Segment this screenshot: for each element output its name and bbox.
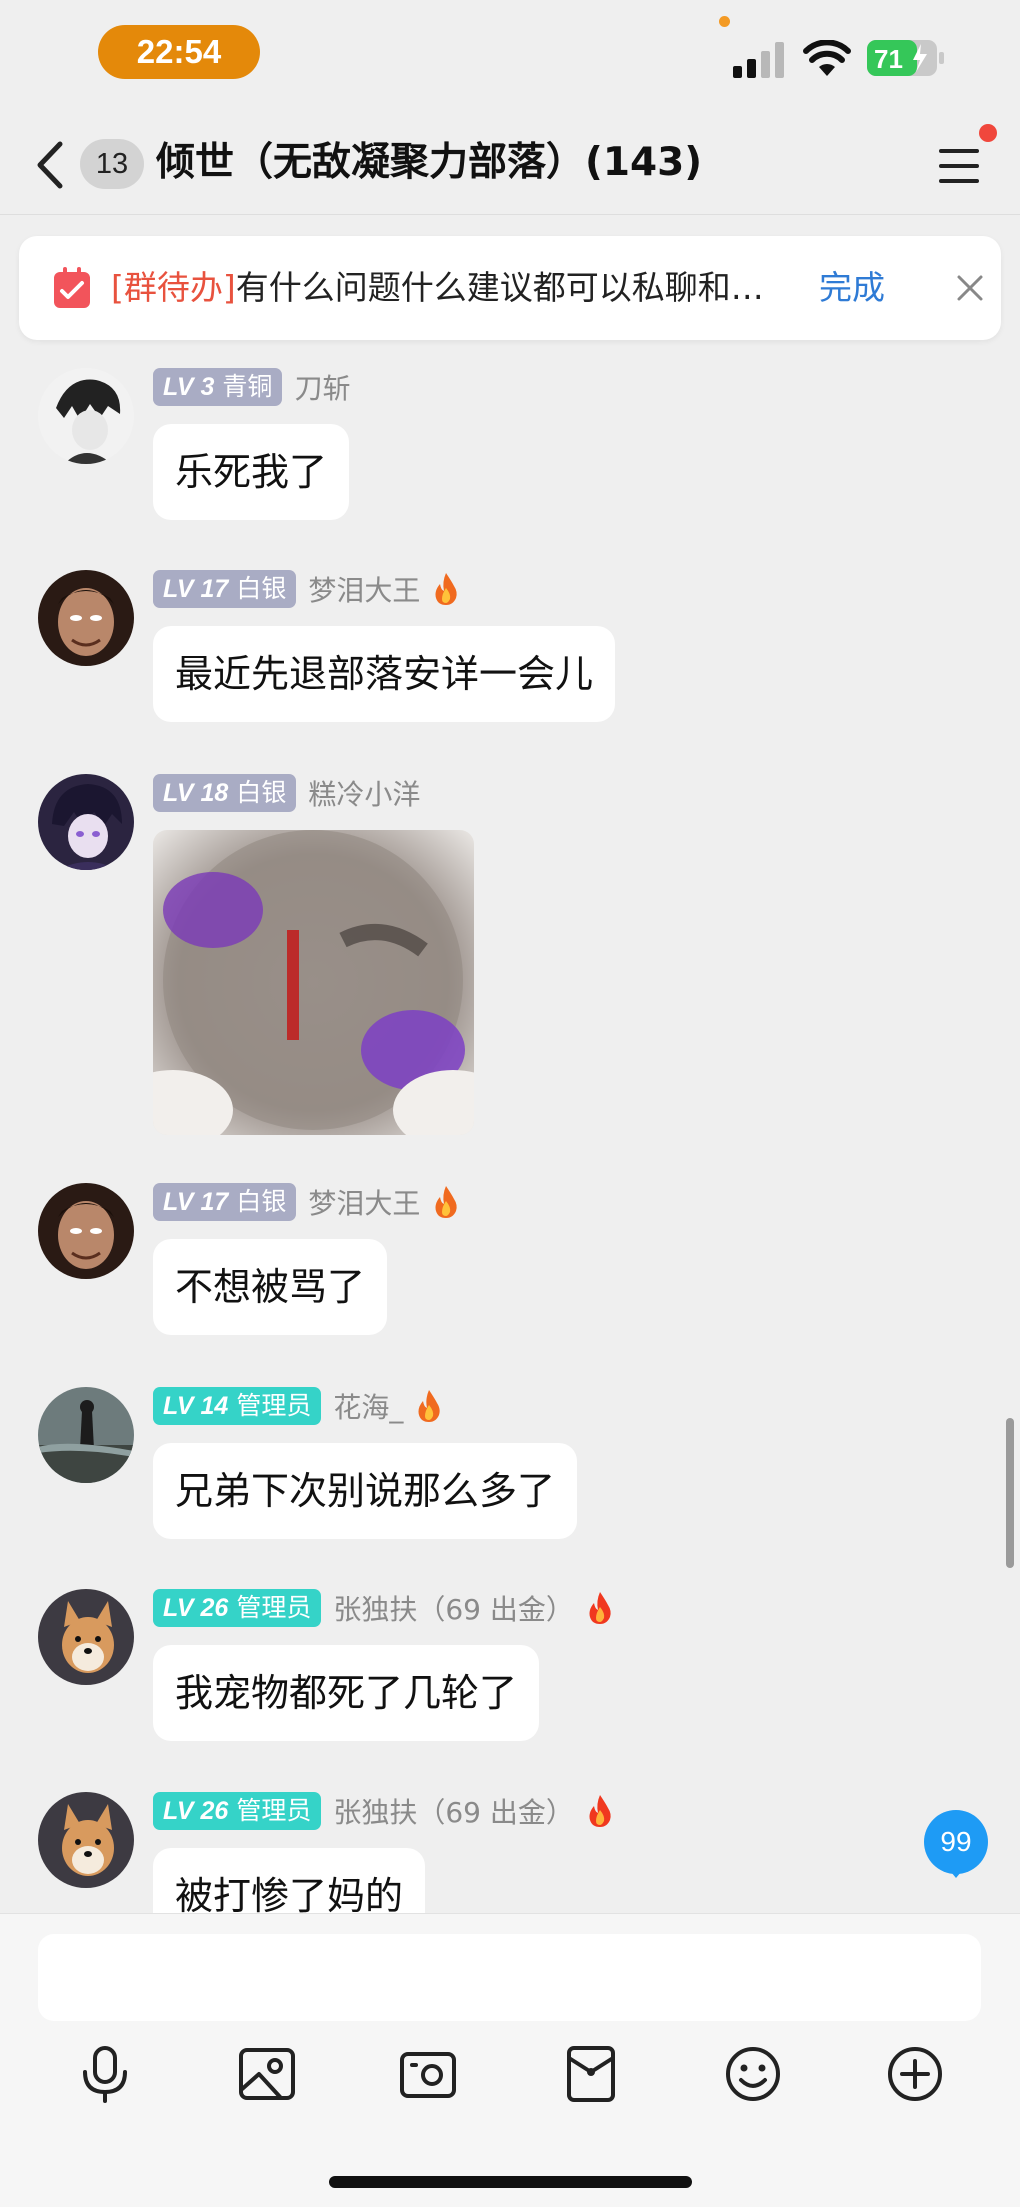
level-badge: LV 17 白银 — [153, 570, 297, 608]
avatar[interactable] — [38, 570, 134, 666]
level-badge: LV 26 管理员 — [153, 1792, 322, 1830]
level-badge: LV 26 管理员 — [153, 1589, 322, 1627]
chevron-left-icon[interactable] — [30, 140, 70, 190]
home-indicator[interactable] — [329, 2176, 692, 2188]
menu-notification-dot — [979, 124, 997, 142]
status-time: 22:54 — [98, 25, 260, 79]
sticker-image[interactable] — [153, 830, 474, 1135]
sender-nickname[interactable]: 梦泪大王 — [308, 569, 420, 609]
image-icon[interactable] — [237, 2044, 297, 2104]
chat-screen: 22:54 71 13 倾世（无敌凝聚力部落）(143) [群待办]有什么问题什… — [0, 0, 1020, 2207]
message-bubble[interactable]: 最近先退部落安详一会儿 — [153, 626, 616, 722]
fire-icon — [589, 1795, 611, 1827]
sender-nickname[interactable]: 刀斩 — [294, 367, 350, 407]
battery-level: 71 — [874, 44, 903, 74]
emoji-icon[interactable] — [723, 2044, 783, 2104]
cellular-signal-icon — [733, 42, 784, 78]
message-bubble[interactable]: 被打惨了妈的 — [153, 1848, 426, 1913]
sender-nickname[interactable]: 花海_ — [333, 1386, 403, 1426]
sender-meta: LV 26 管理员 张独扶（69 出金） — [153, 1589, 614, 1627]
sender-meta: LV 3 青铜 刀斩 — [153, 368, 350, 406]
sender-meta: LV 14 管理员 花海_ — [153, 1387, 443, 1425]
fire-icon — [418, 1390, 441, 1422]
privacy-indicator-dot — [719, 16, 730, 27]
avatar[interactable] — [38, 1387, 134, 1483]
wifi-icon — [803, 40, 851, 76]
level-badge: LV 14 管理员 — [153, 1387, 322, 1425]
new-messages-badge-tail — [946, 1866, 966, 1878]
message-bubble[interactable]: 乐死我了 — [153, 424, 350, 520]
avatar[interactable] — [38, 1792, 134, 1888]
avatar[interactable] — [38, 1589, 134, 1685]
input-panel — [0, 1913, 1020, 2207]
status-bar: 22:54 71 — [0, 0, 1020, 110]
todo-text: [群待办]有什么问题什么建议都可以私聊和… — [111, 261, 817, 315]
group-todo-banner[interactable]: [群待办]有什么问题什么建议都可以私聊和… 完成 — [19, 236, 1001, 340]
todo-content: 有什么问题什么建议都可以私聊和… — [235, 268, 764, 307]
level-badge: LV 3 青铜 — [153, 368, 283, 406]
red-packet-icon[interactable] — [561, 2044, 621, 2104]
scrollbar[interactable] — [1006, 1418, 1014, 1568]
menu-icon[interactable] — [935, 146, 983, 186]
camera-icon[interactable] — [398, 2044, 458, 2104]
message-input[interactable] — [38, 1934, 981, 2021]
sender-meta: LV 17 白银 梦泪大王 — [153, 570, 460, 608]
fire-icon — [435, 573, 458, 605]
avatar[interactable] — [38, 1183, 134, 1279]
close-icon[interactable] — [954, 272, 986, 304]
fire-icon — [435, 1186, 458, 1218]
battery-charging-icon: 71 — [867, 40, 944, 76]
unread-count-badge[interactable]: 13 — [80, 139, 144, 189]
message-bubble[interactable]: 兄弟下次别说那么多了 — [153, 1443, 578, 1539]
sender-nickname[interactable]: 张独扶（69 出金） — [333, 1792, 574, 1831]
avatar[interactable] — [38, 368, 134, 464]
new-messages-badge[interactable]: 99 — [924, 1810, 988, 1874]
clipboard-icon — [54, 267, 90, 308]
plus-circle-icon[interactable] — [885, 2044, 945, 2104]
avatar[interactable] — [38, 774, 134, 870]
sender-nickname[interactable]: 梦泪大王 — [308, 1182, 420, 1222]
group-title[interactable]: 倾世（无敌凝聚力部落）(143) — [156, 132, 702, 194]
level-badge: LV 17 白银 — [153, 1183, 297, 1221]
sender-meta: LV 18 白银 糕冷小洋 — [153, 774, 420, 812]
microphone-icon[interactable] — [75, 2044, 135, 2104]
message-bubble[interactable]: 我宠物都死了几轮了 — [153, 1645, 540, 1741]
todo-tag: [群待办] — [111, 268, 236, 307]
todo-done-button[interactable]: 完成 — [819, 261, 885, 315]
message-item: LV 26 管理员 张独扶（69 出金） 被打惨了妈的 — [0, 1792, 1020, 1913]
level-badge: LV 18 白银 — [153, 774, 297, 812]
fire-icon — [589, 1592, 611, 1624]
sender-meta: LV 17 白银 梦泪大王 — [153, 1183, 460, 1221]
sender-meta: LV 26 管理员 张独扶（69 出金） — [153, 1792, 614, 1830]
sender-nickname[interactable]: 糕冷小洋 — [308, 773, 420, 813]
chat-header: 13 倾世（无敌凝聚力部落）(143) — [0, 110, 1020, 215]
sender-nickname[interactable]: 张独扶（69 出金） — [333, 1588, 574, 1628]
message-bubble[interactable]: 不想被骂了 — [153, 1239, 388, 1335]
